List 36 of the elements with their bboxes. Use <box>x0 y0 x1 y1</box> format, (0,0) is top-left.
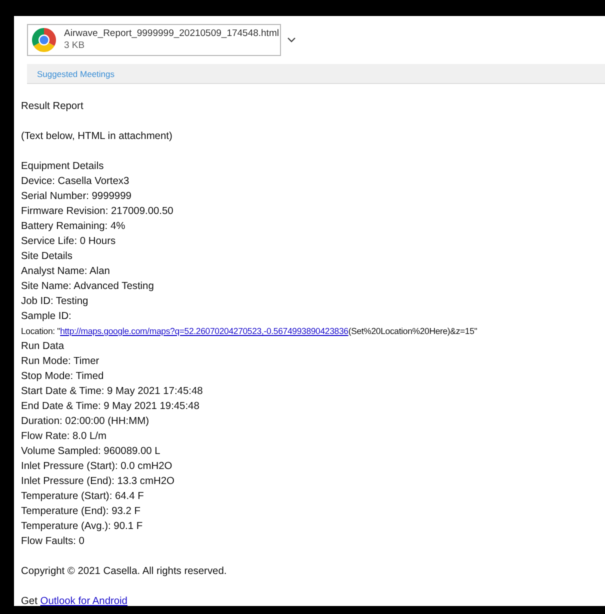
body-text-line: Temperature (Start): 64.4 F <box>21 490 145 504</box>
body-text-line: Inlet Pressure (Start): 0.0 cmH2O <box>21 460 174 474</box>
body-link-line: Get Outlook for Android <box>21 595 128 609</box>
body-text-line: Serial Number: 9999999 <box>21 190 132 204</box>
body-text-line: Temperature (End): 93.2 F <box>21 505 142 519</box>
body-text-line: Device: Casella Vortex3 <box>21 175 130 189</box>
body-text-line: Duration: 02:00:00 (HH:MM) <box>21 415 150 429</box>
browser-logo-icon <box>32 28 56 52</box>
body-text-line: Volume Sampled: 960089.00 L <box>21 445 162 459</box>
body-text-line: Service Life: 0 Hours <box>21 235 117 249</box>
body-text-line: Flow Faults: 0 <box>21 535 86 549</box>
body-text-line: Inlet Pressure (End): 13.3 cmH2O <box>21 475 176 489</box>
body-text-line: Job ID: Testing <box>21 295 90 309</box>
body-text-line: Stop Mode: Timed <box>21 370 105 384</box>
hyperlink[interactable]: Outlook for Android <box>40 596 128 607</box>
body-text-line: Sample ID: <box>21 310 72 324</box>
attachment-name: Airwave_Report_9999999_20210509_174548.html <box>64 28 279 40</box>
body-text-line: Battery Remaining: 4% <box>21 220 126 234</box>
body-link-line: Location: "http://maps.google.com/maps?q=52.26070204270523,-0.5674993890423836(Set%20Location%20Here)&z=15" <box>21 325 478 338</box>
body-text-line: Temperature (Avg.): 90.1 F <box>21 520 144 534</box>
body-text-line: Run Mode: Timer <box>21 355 100 369</box>
hyperlink[interactable]: http://maps.google.com/maps?q=52.26070204270523,-0.5674993890423836 <box>60 326 348 336</box>
body-text-line: Result Report <box>21 100 84 114</box>
body-text-line: End Date & Time: 9 May 2021 19:45:48 <box>21 400 200 414</box>
body-text-line: Firmware Revision: 217009.00.50 <box>21 205 174 219</box>
attachment-size: 3 KB <box>64 40 86 52</box>
body-text-line: Copyright © 2021 Casella. All rights reserved. <box>21 565 228 579</box>
body-text-line: Flow Rate: 8.0 L/m <box>21 430 108 444</box>
body-text-line: Site Details <box>21 250 74 264</box>
body-text-line: Analyst Name: Alan <box>21 265 111 279</box>
body-text-line: Site Name: Advanced Testing <box>21 280 155 294</box>
body-text-line: (Text below, HTML in attachment) <box>21 130 174 144</box>
body-text-line: Start Date & Time: 9 May 2021 17:45:48 <box>21 385 204 399</box>
body-text-line: Run Data <box>21 340 66 354</box>
body-text-line: Equipment Details <box>21 160 105 174</box>
chevron-down-icon[interactable] <box>286 37 296 43</box>
